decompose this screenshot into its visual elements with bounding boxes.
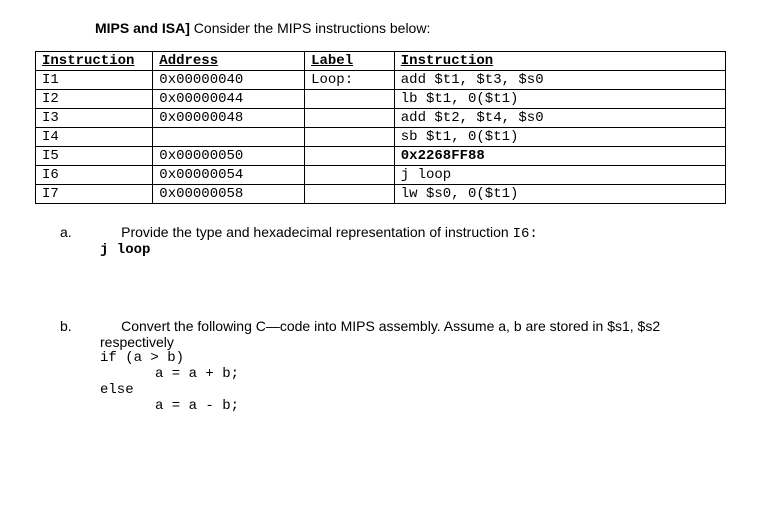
question-b-code1: if (a > b) bbox=[100, 350, 726, 366]
question-b-line1: respectively bbox=[100, 334, 726, 350]
question-b: b. Convert the following C—code into MIP… bbox=[60, 318, 726, 414]
question-b-text: Convert the following C—code into MIPS a… bbox=[121, 318, 660, 334]
table-row: I7 0x00000058 lw $s0, 0($t1) bbox=[36, 185, 726, 204]
question-a: a. Provide the type and hexadecimal repr… bbox=[60, 224, 726, 258]
table-row: I6 0x00000054 j loop bbox=[36, 166, 726, 185]
question-a-label: a. bbox=[60, 224, 90, 240]
header-label: Label bbox=[305, 52, 395, 71]
question-b-code4: a = a - b; bbox=[155, 398, 726, 414]
table-row: I5 0x00000050 0x2268FF88 bbox=[36, 147, 726, 166]
question-a-text: Provide the type and hexadecimal represe… bbox=[121, 224, 512, 240]
title-bold: MIPS and ISA] bbox=[95, 20, 190, 36]
header-address: Address bbox=[153, 52, 305, 71]
question-b-code2: a = a + b; bbox=[155, 366, 726, 382]
table-row: I1 0x00000040 Loop: add $t1, $t3, $s0 bbox=[36, 71, 726, 90]
question-b-label: b. bbox=[60, 318, 90, 334]
header-instruction: Instruction bbox=[36, 52, 153, 71]
table-row: I4 sb $t1, 0($t1) bbox=[36, 128, 726, 147]
table-header-row: Instruction Address Label Instruction bbox=[36, 52, 726, 71]
instruction-table: Instruction Address Label Instruction I1… bbox=[35, 51, 726, 204]
header-instruction2: Instruction bbox=[394, 52, 725, 71]
question-a-coderef: I6: bbox=[513, 226, 538, 242]
problem-title: MIPS and ISA] Consider the MIPS instruct… bbox=[35, 20, 726, 36]
table-row: I3 0x00000048 add $t2, $t4, $s0 bbox=[36, 109, 726, 128]
question-b-code3: else bbox=[100, 382, 726, 398]
title-text: Consider the MIPS instructions below: bbox=[194, 20, 431, 36]
table-row: I2 0x00000044 lb $t1, 0($t1) bbox=[36, 90, 726, 109]
question-a-code: j loop bbox=[100, 242, 726, 258]
